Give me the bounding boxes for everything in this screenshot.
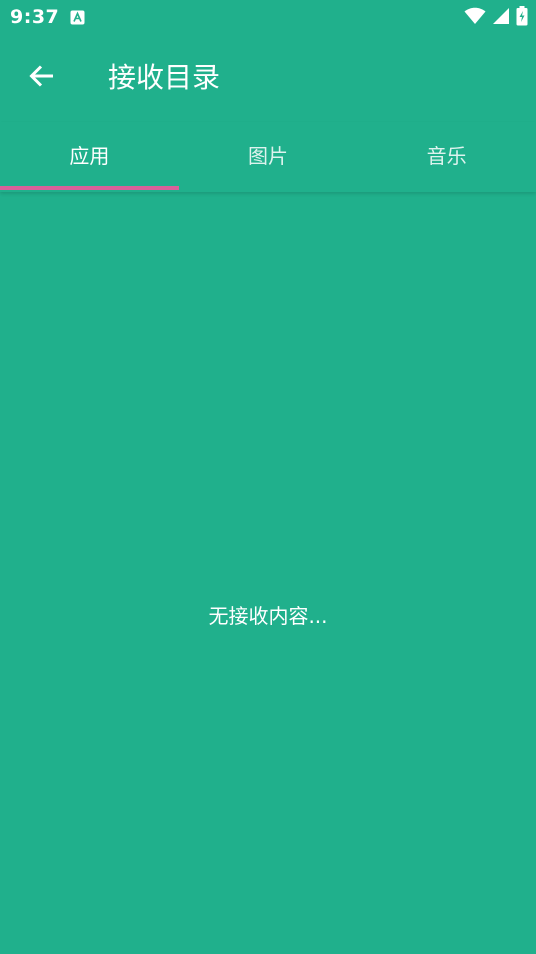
wifi-icon [464, 7, 486, 29]
status-icons [464, 6, 528, 30]
tab-apps[interactable]: 应用 [0, 122, 179, 192]
status-bar: 9:37 [0, 0, 536, 36]
battery-charging-icon [516, 6, 528, 30]
empty-message: 无接收内容... [208, 604, 328, 628]
tab-pictures[interactable]: 图片 [179, 122, 358, 192]
cell-signal-icon [492, 7, 510, 29]
back-button[interactable] [22, 58, 62, 98]
accessibility-a-icon [70, 10, 85, 25]
tab-music[interactable]: 音乐 [357, 122, 536, 192]
tab-bar: 应用 图片 音乐 [0, 122, 536, 192]
toolbar: 接收目录 [0, 36, 536, 122]
page-title: 接收目录 [108, 61, 221, 94]
tab-indicator [0, 186, 179, 190]
arrow-left-icon [28, 62, 56, 94]
status-time: 9:37 [10, 6, 60, 28]
